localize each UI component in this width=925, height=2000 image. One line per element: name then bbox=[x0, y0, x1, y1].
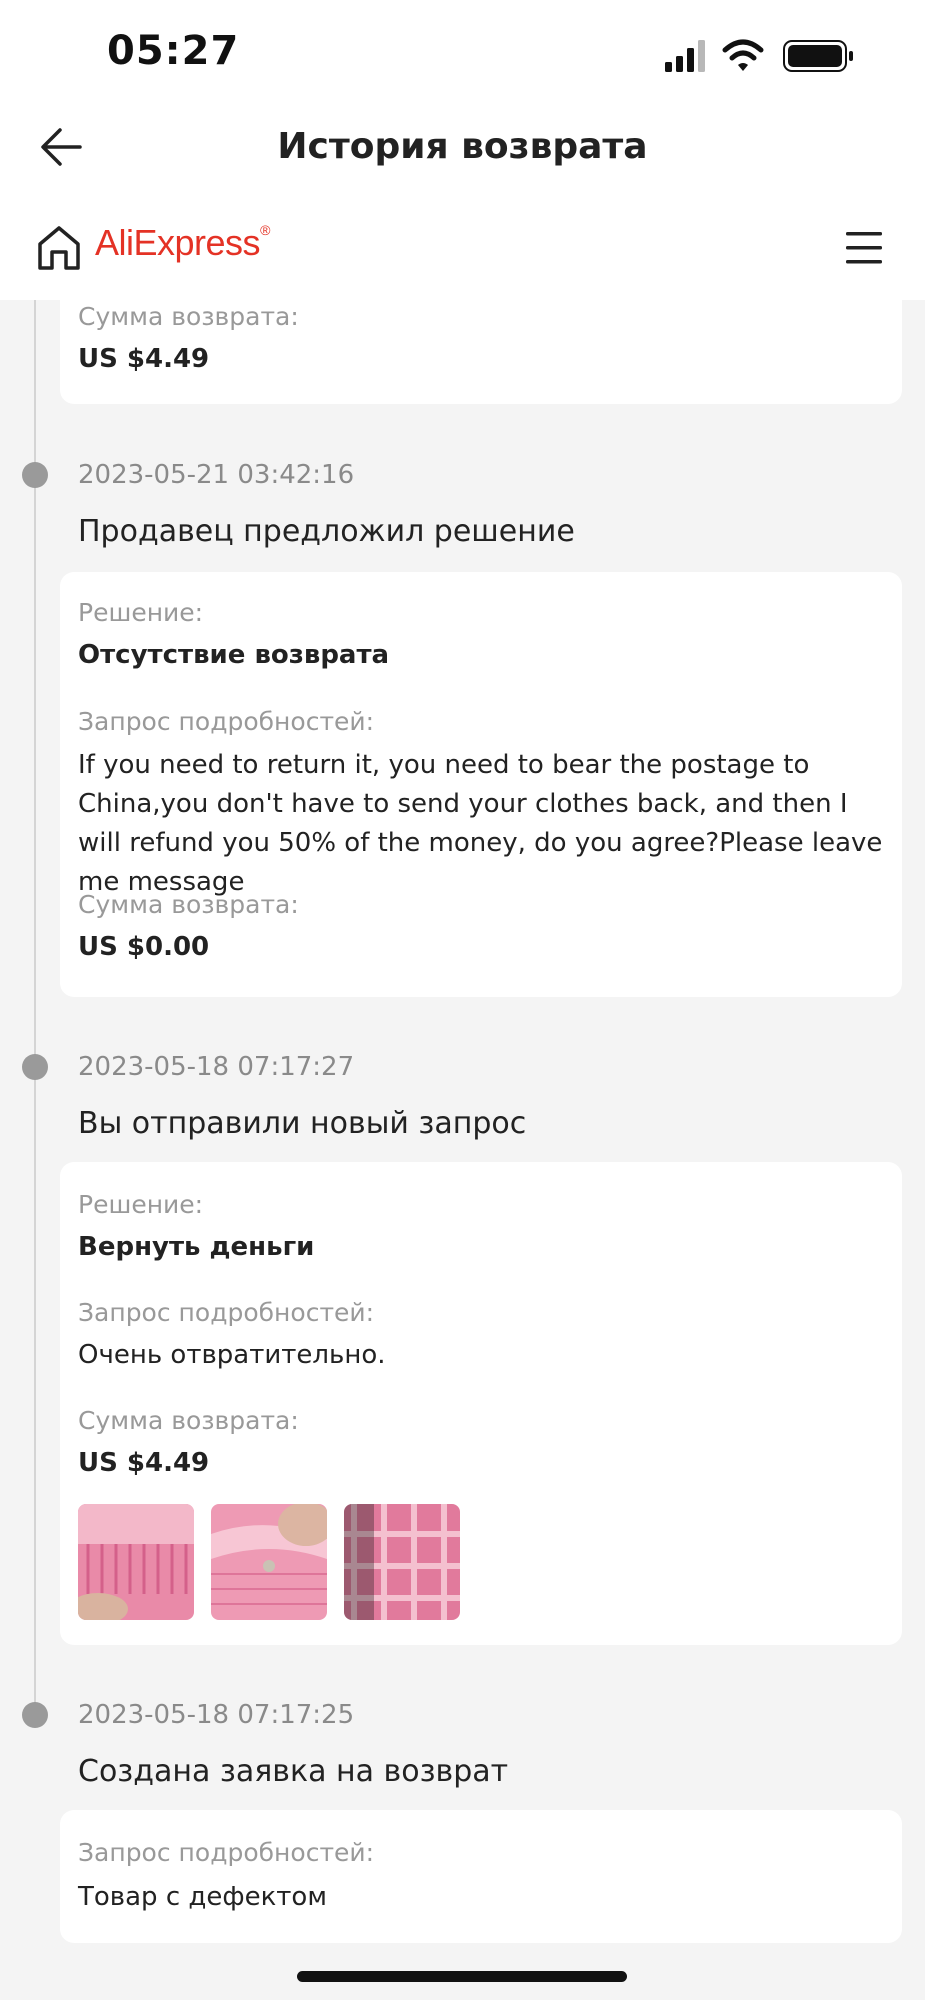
event-date: 2023-05-21 03:42:16 bbox=[78, 460, 355, 490]
attachment-photo[interactable] bbox=[211, 1504, 327, 1620]
logo-part-2: Express bbox=[133, 222, 261, 263]
details-label: Запрос подробностей: bbox=[78, 707, 375, 736]
home-button[interactable] bbox=[36, 224, 82, 270]
cellular-signal-icon bbox=[665, 40, 705, 72]
attachment-photo[interactable] bbox=[344, 1504, 460, 1620]
pink-fabric-photo-3 bbox=[344, 1504, 460, 1620]
status-time: 05:27 bbox=[107, 28, 240, 74]
details-value: If you need to return it, you need to be… bbox=[78, 750, 883, 897]
aliexpress-logo[interactable]: AliExpress® bbox=[95, 222, 270, 264]
solution-value: Отсутствие возврата bbox=[78, 640, 390, 670]
timeline-dot bbox=[22, 1702, 48, 1728]
pink-fabric-photo-1 bbox=[78, 1504, 194, 1620]
hamburger-menu-icon bbox=[846, 232, 882, 264]
details-value: Очень отвратительно. bbox=[78, 1340, 386, 1370]
pink-fabric-photo-2 bbox=[211, 1504, 327, 1620]
refund-amount-value: US $4.49 bbox=[78, 344, 210, 374]
refund-amount-label: Сумма возврата: bbox=[78, 302, 299, 331]
solution-label: Решение: bbox=[78, 598, 204, 627]
logo-part-1: Ali bbox=[95, 222, 134, 263]
refund-amount-label: Сумма возврата: bbox=[78, 890, 299, 919]
timeline-line bbox=[34, 300, 36, 1720]
timeline-dot bbox=[22, 462, 48, 488]
status-icons bbox=[665, 36, 855, 76]
home-indicator[interactable] bbox=[297, 1971, 627, 1982]
details-label: Запрос подробностей: bbox=[78, 1298, 375, 1327]
attachment-photo[interactable] bbox=[78, 1504, 194, 1620]
event-title: Вы отправили новый запрос bbox=[78, 1106, 527, 1141]
page-title: История возврата bbox=[277, 126, 648, 167]
logo-trademark: ® bbox=[260, 222, 270, 238]
refund-amount-value: US $0.00 bbox=[78, 932, 210, 962]
refund-amount-label: Сумма возврата: bbox=[78, 1406, 299, 1435]
event-date: 2023-05-18 07:17:25 bbox=[78, 1700, 355, 1730]
timeline-dot bbox=[22, 1054, 48, 1080]
event-date: 2023-05-18 07:17:27 bbox=[78, 1052, 355, 1082]
event-title: Создана заявка на возврат bbox=[78, 1754, 509, 1789]
details-label: Запрос подробностей: bbox=[78, 1838, 375, 1867]
menu-button[interactable] bbox=[844, 230, 884, 266]
solution-value: Вернуть деньги bbox=[78, 1232, 315, 1262]
event-title: Продавец предложил решение bbox=[78, 514, 575, 549]
battery-icon bbox=[783, 40, 853, 72]
event-card bbox=[60, 1810, 902, 1943]
home-icon bbox=[38, 226, 80, 270]
wifi-icon bbox=[722, 39, 764, 71]
refund-amount-value: US $4.49 bbox=[78, 1448, 210, 1478]
solution-label: Решение: bbox=[78, 1190, 204, 1219]
details-value: Товар с дефектом bbox=[78, 1882, 327, 1912]
